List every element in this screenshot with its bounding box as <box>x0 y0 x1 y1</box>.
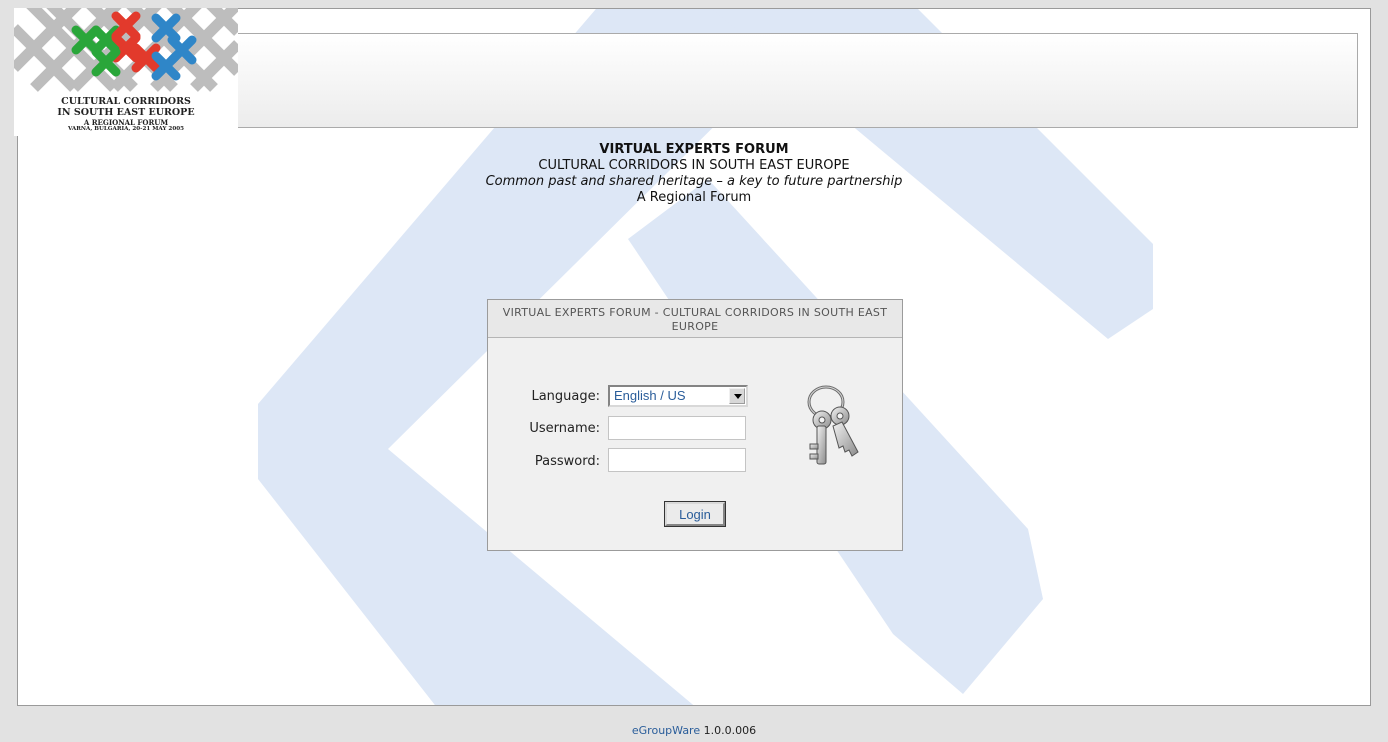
chevron-down-icon[interactable] <box>729 388 745 404</box>
version-text: 1.0.0.006 <box>703 724 757 737</box>
login-panel-title: VIRTUAL EXPERTS FORUM - CULTURAL CORRIDO… <box>488 300 902 338</box>
keys-icon <box>807 385 859 465</box>
logo-venue: VARNA, BULGARIA, 20-21 MAY 2005 <box>68 126 184 132</box>
forum-logo: CULTURAL CORRIDORS IN SOUTH EAST EUROPE … <box>14 8 238 136</box>
password-input[interactable] <box>608 448 746 472</box>
login-button[interactable]: Login <box>664 501 726 527</box>
intro-title: VIRTUAL EXPERTS FORUM <box>599 142 789 157</box>
language-select[interactable]: English / US <box>608 385 748 407</box>
intro-block: VIRTUAL EXPERTS FORUM CULTURAL CORRIDORS… <box>17 142 1371 206</box>
username-input[interactable] <box>608 416 746 440</box>
language-select-value: English / US <box>614 388 686 403</box>
egroupware-link[interactable]: eGroupWare <box>632 724 700 737</box>
login-panel: VIRTUAL EXPERTS FORUM - CULTURAL CORRIDO… <box>487 299 903 551</box>
logo-title-line1: CULTURAL CORRIDORS <box>61 96 191 107</box>
intro-subtitle: CULTURAL CORRIDORS IN SOUTH EAST EUROPE <box>538 158 850 173</box>
footer: eGroupWare 1.0.0.006 <box>0 724 1388 737</box>
username-label: Username: <box>529 421 600 436</box>
password-label: Password: <box>534 454 600 469</box>
logo-title-line2: IN SOUTH EAST EUROPE <box>57 107 195 118</box>
intro-tagline: Common past and shared heritage – a key … <box>485 174 903 189</box>
intro-forum: A Regional Forum <box>636 190 752 205</box>
logo-lattice-icon <box>14 8 238 92</box>
language-label: Language: <box>531 389 600 404</box>
